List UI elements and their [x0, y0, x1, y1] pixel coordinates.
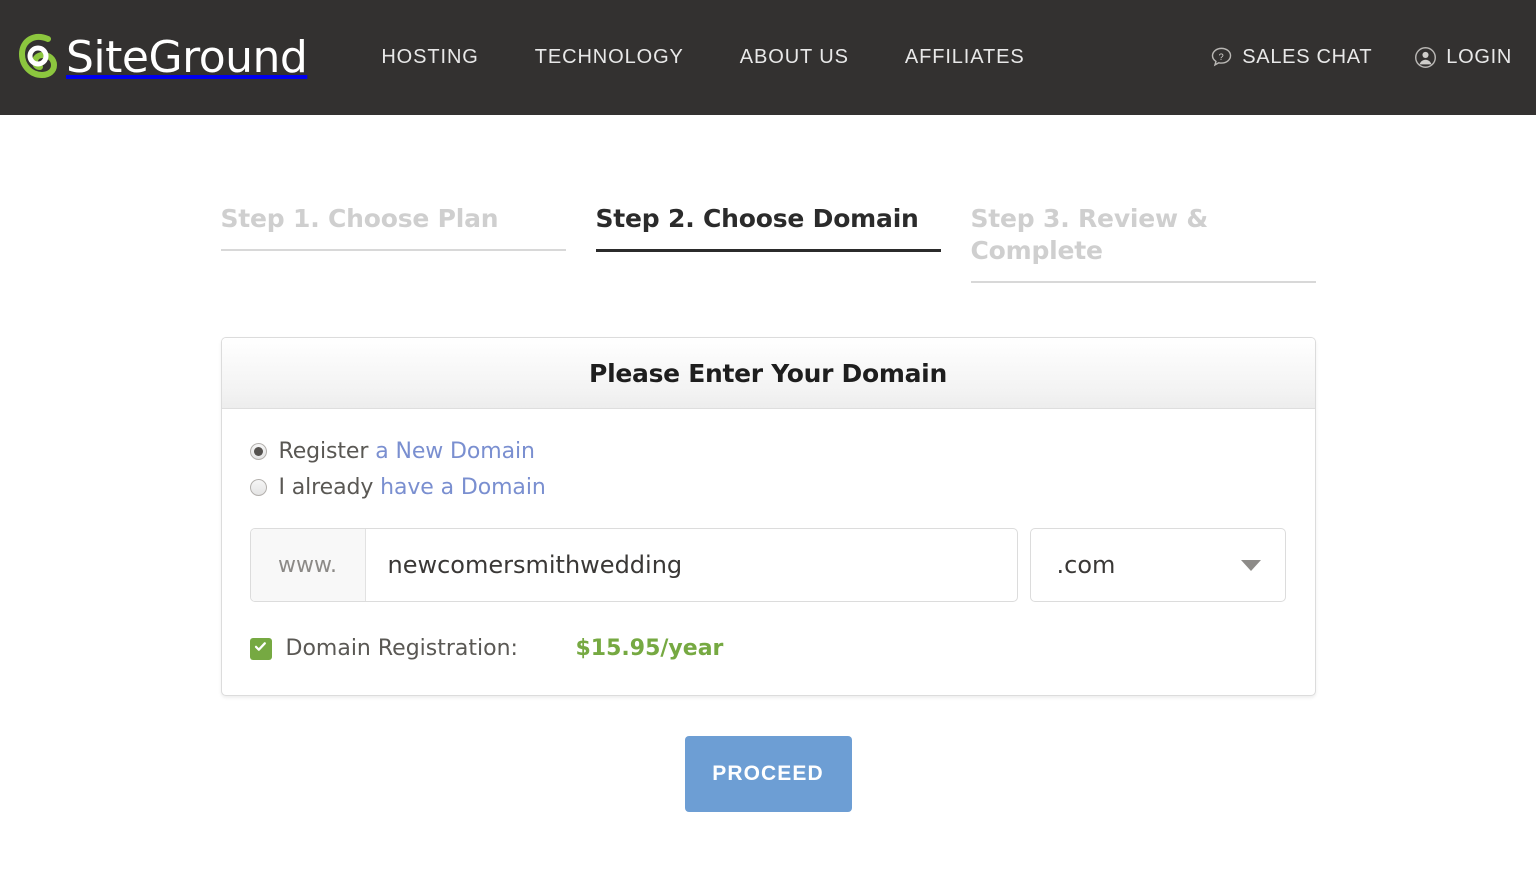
step-3-underline	[970, 281, 1316, 283]
domain-registration-label: Domain Registration:	[285, 636, 518, 661]
domain-name-input[interactable]	[365, 529, 1017, 601]
domain-registration-row: Domain Registration: $15.95/year	[249, 636, 1287, 661]
checkout-content: Step 1. Choose Plan Step 2. Choose Domai…	[220, 115, 1316, 812]
step-1-choose-plan[interactable]: Step 1. Choose Plan	[220, 203, 566, 295]
domain-input-group: www.	[249, 528, 1018, 602]
nav-item-about-us[interactable]: ABOUT US	[712, 36, 877, 79]
option-have-prefix: I already	[278, 475, 374, 500]
header-utility-links: ? SALES CHAT LOGIN	[1210, 46, 1512, 69]
nav-item-technology[interactable]: TECHNOLOGY	[507, 36, 712, 79]
tld-select-value: .com	[1056, 551, 1116, 579]
step-2-label: Step 2. Choose Domain	[595, 204, 919, 233]
step-2-underline	[595, 249, 941, 252]
radio-register-new-domain[interactable]	[249, 443, 267, 460]
domain-entry-row: www. .com	[249, 528, 1287, 602]
option-register-new-domain[interactable]: Register a New Domain	[249, 439, 1287, 464]
checkmark-icon	[253, 639, 268, 659]
login-label: LOGIN	[1446, 46, 1512, 68]
domain-panel-body: Register a New Domain I already have a D…	[222, 409, 1315, 695]
checkout-steps: Step 1. Choose Plan Step 2. Choose Domai…	[220, 203, 1316, 295]
nav-item-hosting[interactable]: HOSTING	[353, 36, 506, 79]
sales-chat-link[interactable]: ? SALES CHAT	[1210, 46, 1372, 69]
sales-chat-label: SALES CHAT	[1242, 46, 1373, 68]
svg-text:?: ?	[1219, 52, 1225, 62]
step-3-review-complete[interactable]: Step 3. Review & Complete	[970, 203, 1316, 295]
option-have-link[interactable]: have a Domain	[380, 475, 546, 500]
step-1-label: Step 1. Choose Plan	[220, 204, 499, 233]
www-prefix-addon: www.	[250, 529, 366, 601]
option-register-link[interactable]: a New Domain	[375, 439, 535, 464]
site-logo[interactable]: SiteGround	[18, 31, 308, 84]
proceed-button[interactable]: PROCEED	[684, 736, 852, 812]
user-avatar-icon	[1414, 46, 1437, 69]
domain-registration-price: $15.95/year	[575, 636, 724, 661]
domain-panel-header: Please Enter Your Domain	[221, 338, 1315, 409]
step-2-choose-domain[interactable]: Step 2. Choose Domain	[595, 203, 941, 295]
chevron-down-icon	[1240, 559, 1261, 571]
nav-item-affiliates[interactable]: AFFILIATES	[877, 36, 1053, 79]
page-body: Step 1. Choose Plan Step 2. Choose Domai…	[0, 115, 1536, 812]
main-navigation: HOSTING TECHNOLOGY ABOUT US AFFILIATES	[353, 36, 1052, 79]
siteground-spiral-logo-icon	[18, 32, 64, 84]
step-3-label: Step 3. Review & Complete	[970, 204, 1209, 265]
tld-select[interactable]: .com	[1029, 528, 1286, 602]
domain-registration-checkbox[interactable]	[249, 637, 272, 660]
domain-panel: Please Enter Your Domain Register a New …	[220, 337, 1316, 696]
site-logo-text: SiteGround	[66, 31, 308, 83]
site-header: SiteGround HOSTING TECHNOLOGY ABOUT US A…	[0, 0, 1536, 115]
option-have-domain[interactable]: I already have a Domain	[249, 475, 1287, 500]
domain-panel-title: Please Enter Your Domain	[589, 358, 947, 388]
step-1-underline	[220, 249, 566, 251]
option-have-domain-label: I already have a Domain	[279, 475, 546, 500]
radio-have-domain[interactable]	[249, 479, 267, 496]
proceed-button-container: PROCEED	[221, 736, 1316, 812]
question-chat-bubble-icon: ?	[1210, 46, 1233, 69]
option-register-prefix: Register	[278, 439, 369, 464]
login-link[interactable]: LOGIN	[1414, 46, 1512, 69]
option-register-new-domain-label: Register a New Domain	[279, 439, 535, 464]
